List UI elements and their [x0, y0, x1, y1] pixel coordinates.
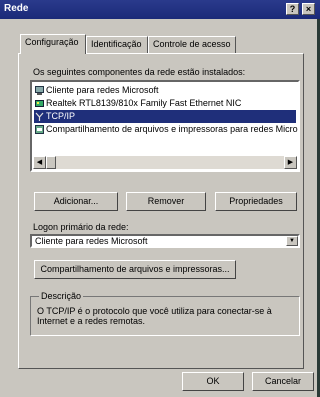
description-group: Descrição O TCP/IP é o protocolo que voc… [30, 291, 300, 336]
logon-select[interactable]: Cliente para redes Microsoft ▼ [30, 234, 300, 248]
help-button[interactable]: ? [286, 3, 299, 15]
list-item-label: Cliente para redes Microsoft [46, 85, 159, 95]
tab-identificacao[interactable]: Identificação [86, 36, 148, 53]
properties-button[interactable]: Propriedades [215, 192, 297, 211]
scroll-track[interactable] [56, 156, 284, 169]
title-bar[interactable]: Rede ? × [0, 0, 320, 19]
scroll-left-icon[interactable]: ◀ [33, 156, 46, 169]
list-item-label: Realtek RTL8139/810x Family Fast Etherne… [46, 98, 242, 108]
close-button[interactable]: × [302, 3, 315, 15]
components-list[interactable]: Cliente para redes Microsoft Realtek RTL… [30, 80, 300, 172]
logon-select-value: Cliente para redes Microsoft [35, 236, 148, 246]
list-item[interactable]: Compartilhamento de arquivos e impressor… [34, 123, 298, 136]
protocol-icon [35, 112, 44, 121]
chevron-down-icon[interactable]: ▼ [286, 236, 298, 246]
scroll-thumb[interactable] [46, 156, 56, 169]
window-title: Rede [4, 3, 29, 14]
cancel-button[interactable]: Cancelar [252, 372, 314, 391]
list-item[interactable]: Realtek RTL8139/810x Family Fast Etherne… [34, 97, 296, 110]
components-label: Os seguintes componentes da rede estão i… [33, 67, 246, 77]
description-text: O TCP/IP é o protocolo que você utiliza … [37, 306, 272, 326]
scroll-right-icon[interactable]: ▶ [284, 156, 297, 169]
tab-configuracao[interactable]: Configuração [20, 34, 86, 54]
ok-button[interactable]: OK [182, 372, 244, 391]
list-item-label: Compartilhamento de arquivos e impressor… [46, 124, 298, 134]
network-dialog: Rede ? × Configuração Identificação Cont… [0, 0, 320, 397]
client-icon [35, 86, 44, 95]
add-button[interactable]: Adicionar... [34, 192, 118, 211]
list-item-label: TCP/IP [46, 111, 76, 121]
logon-label: Logon primário da rede: [33, 222, 129, 232]
file-sharing-button[interactable]: Compartilhamento de arquivos e impressor… [34, 260, 236, 279]
network-adapter-icon [35, 100, 44, 107]
list-item[interactable]: Cliente para redes Microsoft [34, 84, 296, 97]
tab-controle-de-acesso[interactable]: Controle de acesso [148, 36, 236, 53]
remove-button[interactable]: Remover [126, 192, 206, 211]
horizontal-scrollbar[interactable]: ◀ ▶ [33, 156, 297, 169]
list-item-selected[interactable]: TCP/IP [34, 110, 296, 123]
description-legend: Descrição [39, 291, 84, 301]
service-icon [35, 125, 44, 134]
